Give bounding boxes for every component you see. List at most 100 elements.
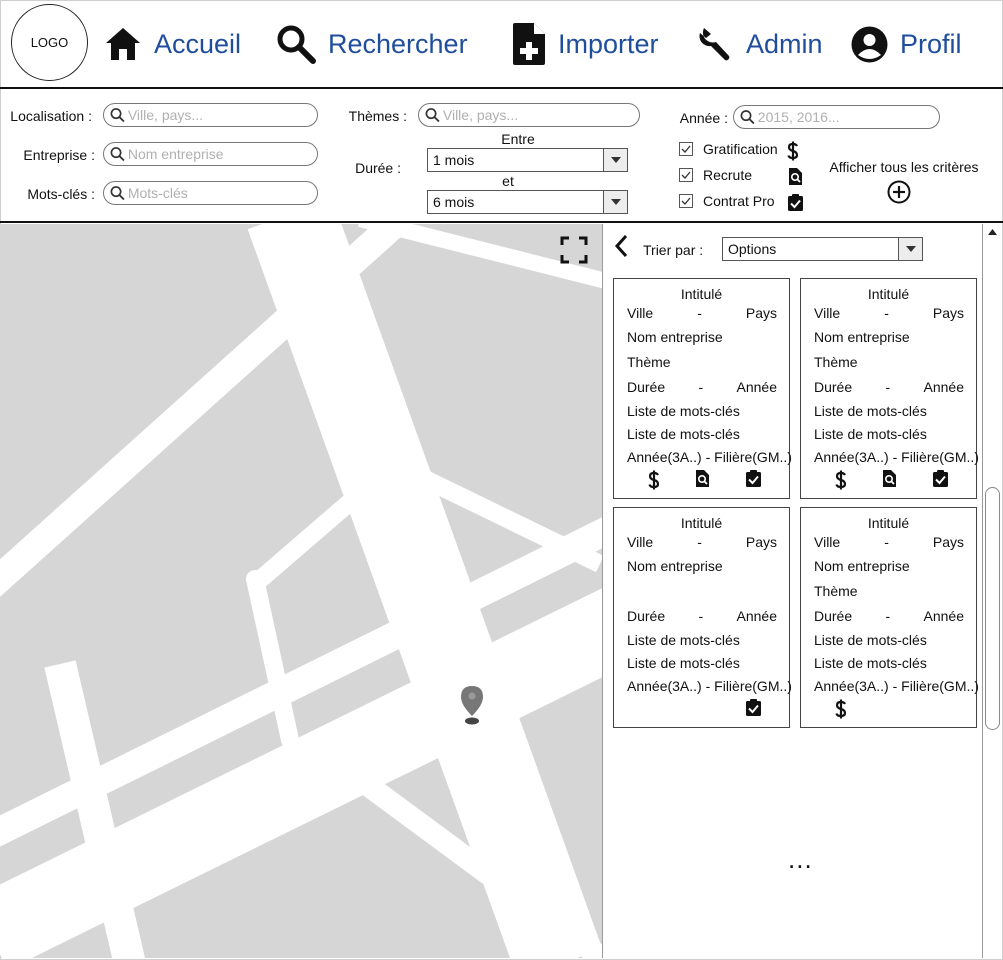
more-results-ellipsis[interactable]: ...: [788, 844, 813, 875]
card-location: Ville - Pays: [627, 534, 777, 550]
keywords-search[interactable]: [103, 181, 318, 205]
sort-select[interactable]: Options: [722, 237, 923, 261]
keywords-label: Mots-clés :: [27, 186, 95, 202]
card-separator: -: [885, 379, 891, 395]
checkbox-box[interactable]: [679, 168, 693, 182]
result-card[interactable]: Intitulé Ville - Pays Nom entreprise Thè…: [613, 278, 792, 499]
contract-check-icon: [932, 470, 949, 491]
file-add-icon: [512, 22, 546, 66]
card-keywords: Liste de mots-clés: [627, 655, 740, 671]
card-year: Année: [736, 379, 777, 395]
gratification-checkbox[interactable]: Gratification: [679, 141, 778, 157]
card-company: Nom entreprise: [627, 558, 723, 574]
result-card[interactable]: Intitulé Ville - Pays Nom entreprise Thè…: [800, 278, 979, 499]
search-icon: [110, 108, 125, 123]
card-keywords: Liste de mots-clés: [627, 632, 740, 648]
duration-max-value: 6 mois: [433, 194, 475, 210]
card-icons: [614, 470, 789, 490]
card-keywords: Liste de mots-clés: [814, 655, 927, 671]
nav-profile[interactable]: Profil: [851, 22, 962, 66]
card-duration-year: Durée - Année: [627, 608, 777, 624]
nav-search-label: Rechercher: [328, 28, 468, 59]
card-program: Année(3A..) - Filière(GM..): [814, 678, 979, 694]
card-title: Intitulé: [680, 286, 723, 302]
recruit-search-icon: [881, 470, 897, 491]
card-keywords: Liste de mots-clés: [814, 403, 927, 419]
home-icon: [104, 26, 142, 62]
logo-text: LOGO: [30, 35, 69, 50]
recruits-checkbox[interactable]: Recrute: [679, 167, 752, 183]
themes-input[interactable]: [439, 107, 639, 123]
nav-profile-label: Profil: [900, 28, 962, 59]
search-icon: [740, 110, 755, 125]
chevron-down-icon[interactable]: [603, 149, 627, 171]
card-separator: -: [697, 305, 702, 321]
result-card[interactable]: Intitulé Ville - Pays Nom entreprise Dur…: [613, 507, 792, 728]
card-year: Année: [923, 608, 964, 624]
card-icons: [801, 699, 976, 719]
card-duration: Durée: [627, 379, 666, 395]
map-pin-icon[interactable]: [459, 684, 485, 731]
and-label: et: [502, 173, 514, 189]
gratification-label: Gratification: [703, 141, 778, 157]
search-icon: [425, 108, 440, 123]
card-location: Ville - Pays: [814, 305, 964, 321]
card-keywords: Liste de mots-clés: [814, 426, 927, 442]
duration-max-select[interactable]: 6 mois: [427, 190, 628, 214]
show-all-criteria-label: Afficher tous les critères: [829, 159, 979, 175]
card-separator: -: [884, 534, 889, 550]
card-program: Année(3A..) - Filière(GM..): [814, 449, 979, 465]
chevron-down-icon[interactable]: [603, 191, 627, 213]
card-title: Intitulé: [867, 515, 910, 531]
themes-search[interactable]: [418, 103, 640, 127]
card-company: Nom entreprise: [814, 558, 910, 574]
card-company: Nom entreprise: [814, 329, 910, 345]
duration-min-value: 1 mois: [433, 152, 475, 168]
checkbox-box[interactable]: [679, 194, 693, 208]
logo[interactable]: LOGO: [11, 4, 88, 81]
card-duration-year: Durée - Année: [814, 608, 964, 624]
card-theme: Thème: [627, 354, 671, 370]
nav-admin[interactable]: Admin: [698, 22, 823, 66]
nav-home-label: Accueil: [154, 28, 242, 59]
recruit-search-icon: [787, 168, 803, 189]
dollar-icon: [647, 470, 661, 493]
company-label: Entreprise :: [23, 147, 95, 163]
scroll-up-icon[interactable]: [983, 224, 1002, 240]
results-scrollbar[interactable]: [982, 224, 1002, 958]
nav-home[interactable]: Accueil: [104, 22, 241, 66]
card-separator: -: [884, 305, 889, 321]
fullscreen-icon[interactable]: [560, 236, 588, 269]
back-chevron-icon[interactable]: [613, 234, 629, 263]
company-input[interactable]: [124, 146, 317, 162]
location-input[interactable]: [124, 107, 317, 123]
chevron-down-icon[interactable]: [898, 238, 922, 260]
checkbox-box[interactable]: [679, 142, 693, 156]
duration-label: Durée :: [355, 160, 401, 176]
plus-circle-icon[interactable]: [887, 180, 911, 207]
contract-checkbox[interactable]: Contrat Pro: [679, 193, 775, 209]
year-input[interactable]: [754, 109, 939, 125]
nav-search[interactable]: Rechercher: [276, 22, 468, 66]
dollar-icon: [834, 699, 848, 722]
nav-import[interactable]: Importer: [512, 22, 659, 66]
keywords-input[interactable]: [124, 185, 317, 201]
card-theme: Thème: [814, 354, 858, 370]
card-program: Année(3A..) - Filière(GM..): [627, 449, 792, 465]
card-theme: Thème: [814, 583, 858, 599]
card-location: Ville - Pays: [814, 534, 964, 550]
top-navigation: LOGO Accueil Rechercher Importer Admin P…: [0, 0, 1003, 89]
card-year: Année: [736, 608, 777, 624]
filter-bar: Localisation : Entreprise : Mots-clés : …: [0, 89, 1003, 223]
map-view[interactable]: [0, 224, 603, 958]
card-country: Pays: [745, 534, 777, 550]
between-label: Entre: [501, 131, 535, 147]
company-search[interactable]: [103, 142, 318, 166]
duration-min-select[interactable]: 1 mois: [427, 148, 628, 172]
location-search[interactable]: [103, 103, 318, 127]
result-card[interactable]: Intitulé Ville - Pays Nom entreprise Thè…: [800, 507, 979, 728]
scrollbar-thumb[interactable]: [985, 487, 1000, 730]
year-label: Année :: [679, 110, 728, 126]
search-icon: [276, 24, 316, 64]
year-search[interactable]: [733, 105, 940, 129]
